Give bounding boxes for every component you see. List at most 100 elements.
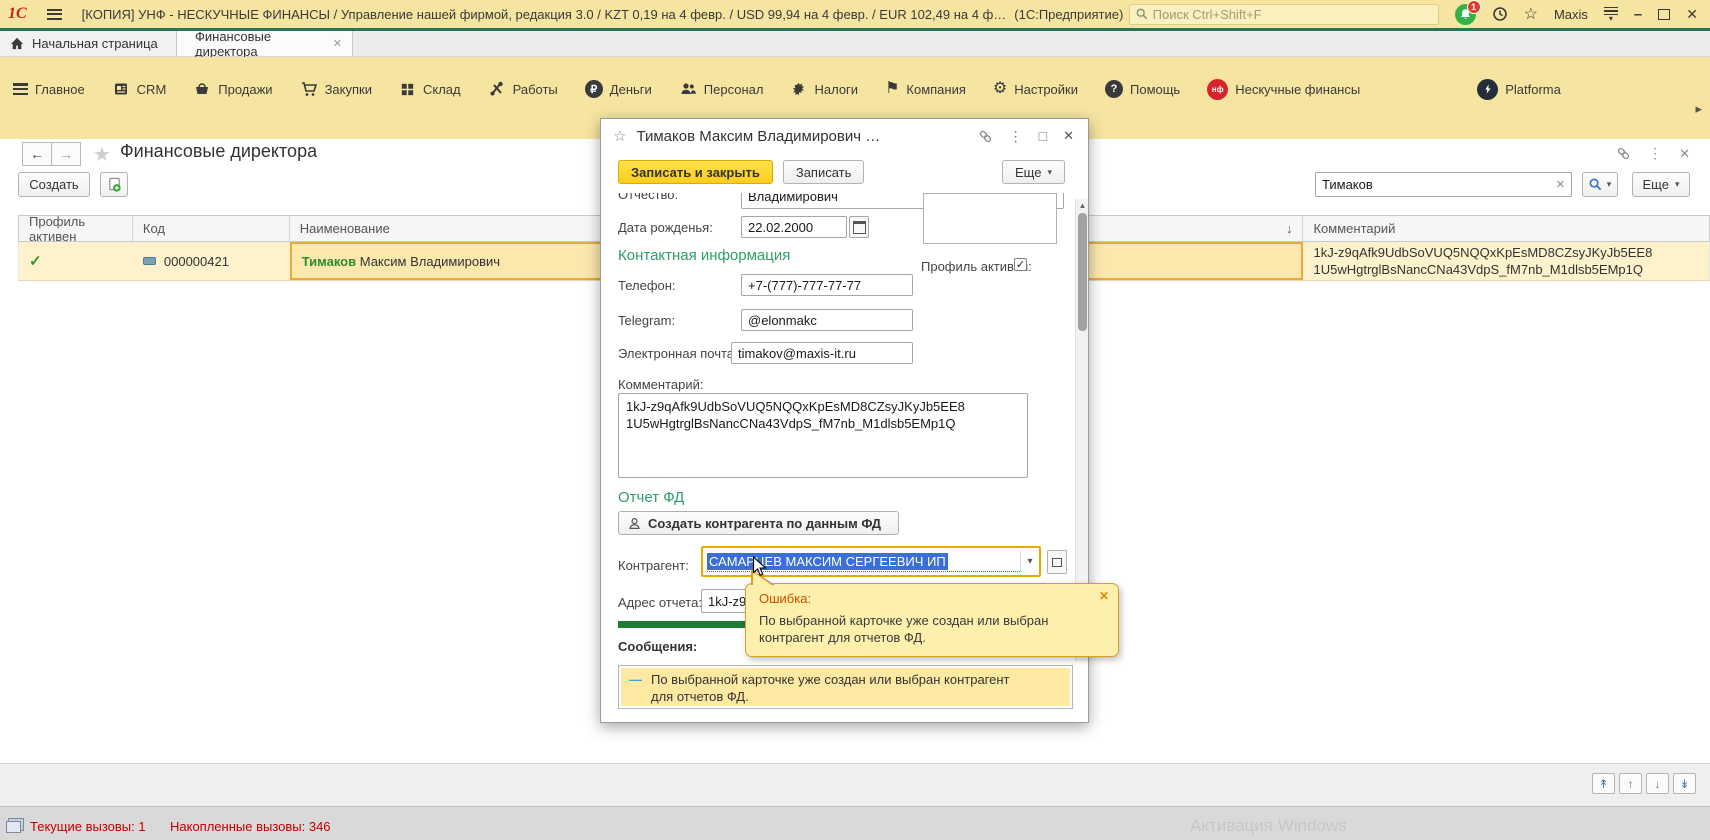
menu-help[interactable]: ? Помощь bbox=[1105, 78, 1180, 100]
person-icon bbox=[628, 517, 641, 530]
report-section-title: Отчет ФД bbox=[618, 489, 684, 506]
dialog-title: Тимаков Максим Владимирович … bbox=[636, 128, 961, 145]
menu-main[interactable]: Главное bbox=[13, 78, 85, 100]
phone-label: Телефон: bbox=[618, 278, 676, 293]
kebab-menu-icon[interactable]: ⋮ bbox=[1009, 128, 1023, 145]
kebab-menu-icon[interactable]: ⋮ bbox=[1648, 145, 1662, 162]
menu-taxes[interactable]: Налоги bbox=[790, 78, 858, 100]
link-icon[interactable] bbox=[978, 129, 993, 144]
nav-forward-button[interactable]: → bbox=[51, 142, 81, 166]
cell-profile-active: ✓ bbox=[19, 242, 133, 280]
minimize-button[interactable]: – bbox=[1634, 6, 1642, 23]
main-menu-icon[interactable] bbox=[47, 9, 62, 20]
nav-back-button[interactable]: ← bbox=[22, 142, 52, 166]
functions-menu-icon[interactable]: ▾ bbox=[1604, 7, 1618, 22]
favorites-icon[interactable]: ☆ bbox=[1524, 4, 1538, 24]
combo-dropdown-icon[interactable]: ▾ bbox=[1020, 551, 1039, 572]
menu-money[interactable]: ₽ Деньги bbox=[585, 78, 652, 100]
calendar-icon bbox=[853, 221, 866, 234]
bars-icon bbox=[13, 83, 28, 95]
messages-label: Сообщения: bbox=[618, 639, 697, 654]
menu-staff[interactable]: Персонал bbox=[679, 78, 764, 100]
clear-search-icon[interactable]: ✕ bbox=[1556, 178, 1565, 191]
list-search-input[interactable]: Тимаков ✕ bbox=[1315, 172, 1572, 197]
comment-textarea[interactable]: 1kJ-z9qAfk9UdbSoVUQ5NQQxKpEsMD8CZsyJKyJb… bbox=[618, 393, 1028, 478]
history-icon[interactable] bbox=[1492, 6, 1508, 22]
global-search-input[interactable]: Поиск Ctrl+Shift+F bbox=[1129, 4, 1439, 25]
tab-home[interactable]: Начальная страница bbox=[0, 31, 177, 56]
go-next-button[interactable]: ↓ bbox=[1646, 773, 1669, 794]
calendar-button[interactable] bbox=[849, 216, 869, 238]
menu-works[interactable]: Работы bbox=[488, 78, 558, 100]
message-item[interactable]: — По выбранной карточке уже создан или в… bbox=[621, 668, 1070, 706]
create-button[interactable]: Создать bbox=[18, 172, 90, 197]
copy-item-button[interactable] bbox=[100, 172, 128, 197]
people-icon bbox=[679, 80, 697, 98]
favorite-star-icon[interactable]: ★ bbox=[93, 142, 111, 167]
menu-warehouse[interactable]: Склад bbox=[399, 78, 461, 100]
open-counterparty-button[interactable] bbox=[1047, 550, 1067, 574]
contact-section-title: Контактная информация bbox=[618, 247, 790, 264]
close-tab-icon[interactable]: ✕ bbox=[333, 37, 342, 50]
create-counterparty-button[interactable]: Создать контрагента по данным ФД bbox=[618, 511, 899, 535]
restore-button[interactable] bbox=[1658, 9, 1670, 20]
close-tooltip-icon[interactable]: ✕ bbox=[1099, 589, 1109, 603]
user-menu[interactable]: Maxis bbox=[1554, 7, 1588, 22]
nf-badge-icon: нф bbox=[1207, 79, 1228, 100]
dialog-more-button[interactable]: Еще ▾ bbox=[1002, 160, 1065, 184]
photo-box[interactable] bbox=[923, 193, 1057, 244]
menu-purchases[interactable]: Закупки bbox=[300, 78, 372, 100]
close-form-icon[interactable]: ✕ bbox=[1679, 146, 1690, 162]
close-dialog-icon[interactable]: ✕ bbox=[1063, 128, 1074, 144]
column-header-code[interactable]: Код bbox=[133, 216, 290, 241]
save-and-close-button[interactable]: Записать и закрыть bbox=[618, 160, 773, 184]
message-text: По выбранной карточке уже создан или выб… bbox=[651, 671, 1031, 705]
basket-icon bbox=[193, 80, 211, 98]
menu-crm[interactable]: CRM bbox=[112, 78, 167, 100]
go-previous-button[interactable]: ↑ bbox=[1619, 773, 1642, 794]
menu-company[interactable]: ⚑ Компания bbox=[885, 78, 966, 100]
scrollbar-thumb[interactable] bbox=[1078, 213, 1087, 331]
question-icon: ? bbox=[1105, 80, 1123, 98]
menu-settings[interactable]: ⚙ Настройки bbox=[993, 78, 1078, 100]
home-icon bbox=[10, 37, 24, 50]
scroll-up-icon[interactable]: ▲ bbox=[1076, 199, 1089, 212]
tab-label: Начальная страница bbox=[32, 36, 158, 51]
ribbon-overflow-icon[interactable]: ▸ bbox=[1695, 101, 1702, 117]
menu-neskuchnye-finansy[interactable]: нф Нескучные финансы bbox=[1207, 78, 1360, 100]
cart-icon bbox=[300, 80, 318, 98]
search-button[interactable]: ▾ bbox=[1582, 172, 1618, 197]
close-window-button[interactable]: ✕ bbox=[1686, 6, 1698, 23]
save-button[interactable]: Записать bbox=[783, 160, 865, 184]
maximize-dialog-icon[interactable]: □ bbox=[1039, 128, 1047, 144]
notifications-icon[interactable]: 1 bbox=[1455, 4, 1476, 25]
menu-platforma[interactable]: Platforma bbox=[1477, 78, 1561, 100]
column-header-profile[interactable]: Профиль активен bbox=[19, 216, 133, 241]
birthdate-label: Дата рожденья: bbox=[618, 220, 713, 235]
tooltip-text: По выбранной карточке уже создан или выб… bbox=[759, 612, 1111, 646]
favorite-star-icon[interactable]: ☆ bbox=[613, 127, 626, 145]
birthdate-input[interactable]: 22.02.2000 bbox=[741, 216, 847, 238]
window-title: [КОПИЯ] УНФ - НЕСКУЧНЫЕ ФИНАНСЫ / Управл… bbox=[82, 7, 1007, 22]
1c-logo: 1С bbox=[8, 5, 27, 23]
menu-sales[interactable]: Продажи bbox=[193, 78, 272, 100]
list-pagination: ↟ ↑ ↓ ↡ bbox=[1592, 773, 1696, 794]
go-last-button[interactable]: ↡ bbox=[1673, 773, 1696, 794]
profile-active-checkbox[interactable]: ✓ bbox=[1014, 258, 1027, 271]
mouse-cursor bbox=[752, 556, 767, 578]
email-input[interactable]: timakov@maxis-it.ru bbox=[731, 342, 913, 364]
report-address-label: Адрес отчета: bbox=[618, 595, 702, 610]
search-placeholder: Поиск Ctrl+Shift+F bbox=[1153, 7, 1262, 22]
notification-badge: 1 bbox=[1467, 0, 1481, 14]
column-header-comment[interactable]: Комментарий bbox=[1303, 216, 1709, 241]
go-first-button[interactable]: ↟ bbox=[1592, 773, 1615, 794]
list-more-button[interactable]: Еще ▾ bbox=[1632, 172, 1690, 197]
server-calls-icon bbox=[8, 818, 24, 831]
link-icon[interactable] bbox=[1616, 146, 1631, 161]
flag-icon: ⚑ bbox=[885, 81, 899, 97]
phone-input[interactable]: +7-(777)-777-77-77 bbox=[741, 274, 913, 296]
telegram-input[interactable]: @elonmakc bbox=[741, 309, 913, 331]
page-title: Финансовые директора bbox=[120, 141, 317, 162]
tab-financial-directors[interactable]: Финансовые директора ✕ bbox=[177, 31, 353, 56]
chevron-down-icon: ▾ bbox=[1607, 179, 1612, 190]
